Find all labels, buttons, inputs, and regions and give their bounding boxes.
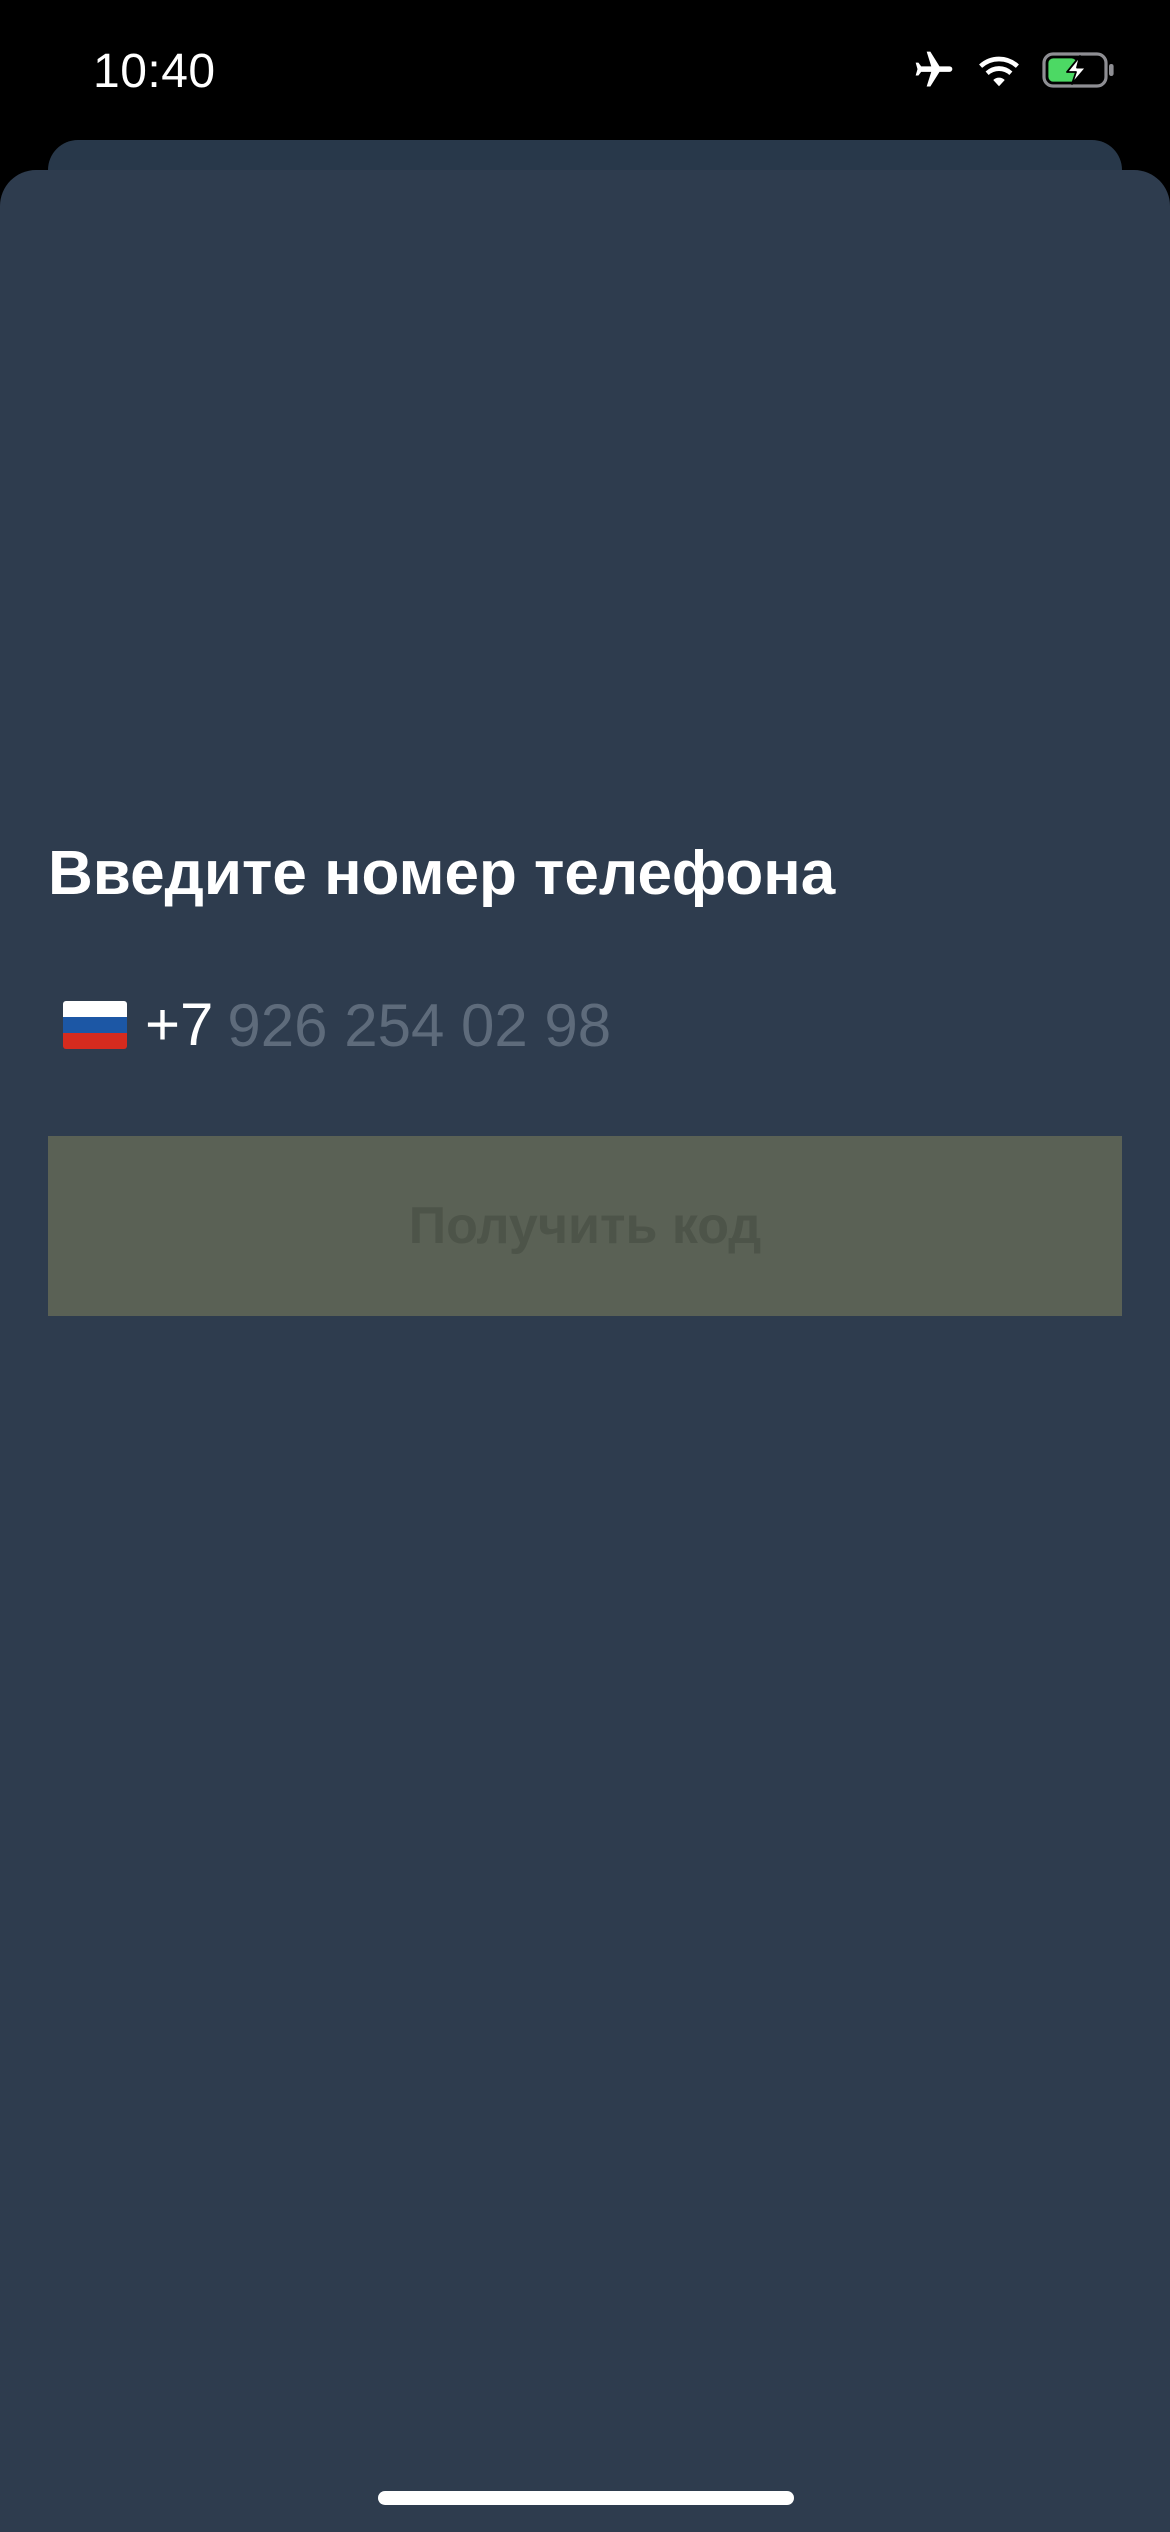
page-title: Введите номер телефона [48, 839, 836, 908]
battery-charging-icon [1042, 51, 1116, 89]
russia-flag-icon[interactable] [63, 1001, 127, 1049]
status-time: 10:40 [93, 45, 216, 98]
airplane-icon [912, 48, 956, 92]
wifi-icon [976, 52, 1022, 88]
phone-login-sheet [0, 170, 1170, 2532]
status-bar: 10:40 [0, 0, 1170, 140]
phone-number-input[interactable] [227, 990, 1028, 1060]
get-code-button[interactable]: Получить код [48, 1136, 1122, 1316]
country-code[interactable]: +7 [145, 995, 213, 1055]
status-icons [912, 48, 1116, 92]
phone-number-row: +7 [48, 980, 1122, 1070]
home-indicator[interactable] [378, 2491, 794, 2505]
